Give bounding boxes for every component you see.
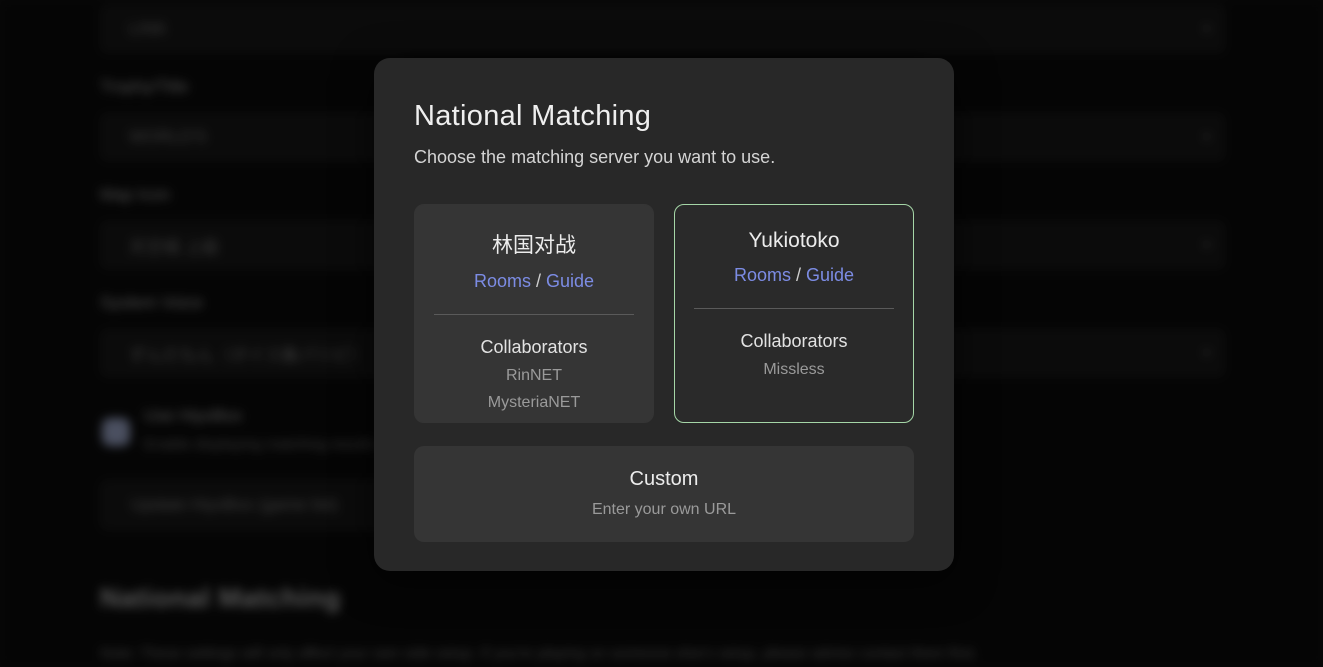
link-separator: / (531, 271, 546, 291)
rooms-link[interactable]: Rooms (734, 265, 791, 285)
collaborator-name: MysteriaNET (415, 394, 653, 412)
national-matching-dialog: National Matching Choose the matching se… (374, 58, 954, 571)
card-divider (434, 314, 634, 315)
server-options: 林国对战 Rooms / Guide Collaborators RinNET … (414, 204, 914, 423)
server-name: Yukiotoko (675, 229, 913, 253)
collaborators-header: Collaborators (415, 337, 653, 358)
custom-server-card[interactable]: Custom Enter your own URL (414, 446, 914, 542)
guide-link[interactable]: Guide (806, 265, 854, 285)
guide-link[interactable]: Guide (546, 271, 594, 291)
server-links: Rooms / Guide (675, 265, 913, 286)
collaborator-name: Missless (675, 361, 913, 379)
server-card-linguo[interactable]: 林国对战 Rooms / Guide Collaborators RinNET … (414, 204, 654, 423)
server-name: 林国对战 (415, 229, 653, 259)
dialog-subtitle: Choose the matching server you want to u… (414, 147, 914, 168)
custom-title: Custom (414, 468, 914, 491)
collaborators-header: Collaborators (675, 331, 913, 352)
dialog-title: National Matching (414, 100, 914, 133)
card-divider (694, 308, 894, 309)
server-links: Rooms / Guide (415, 271, 653, 292)
server-card-yukiotoko[interactable]: Yukiotoko Rooms / Guide Collaborators Mi… (674, 204, 914, 423)
rooms-link[interactable]: Rooms (474, 271, 531, 291)
collaborator-name: RinNET (415, 367, 653, 385)
custom-subtitle: Enter your own URL (414, 501, 914, 519)
link-separator: / (791, 265, 806, 285)
